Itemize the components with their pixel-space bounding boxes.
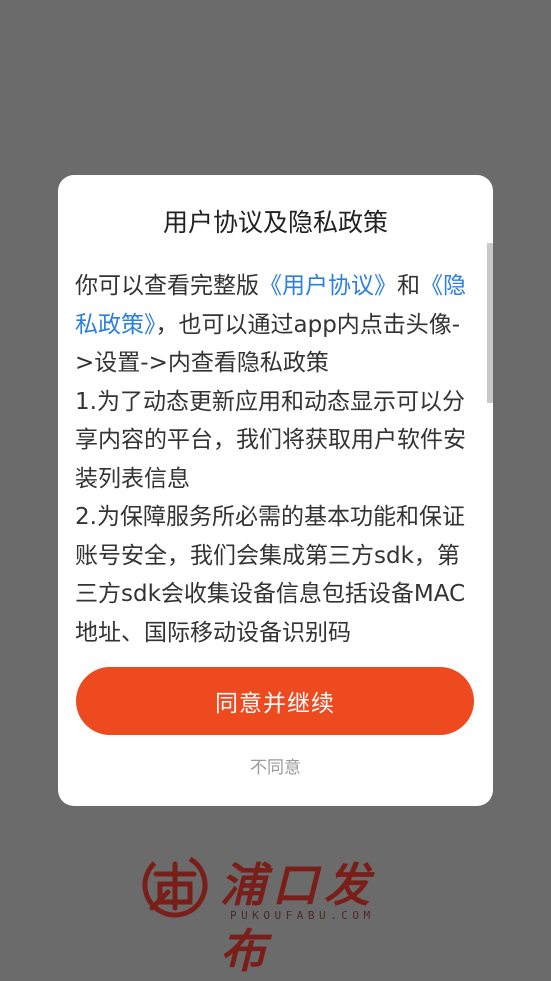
- agree-continue-button[interactable]: 同意并继续: [76, 667, 474, 735]
- user-agreement-link[interactable]: 《用户协议》: [259, 273, 397, 299]
- intro-prefix: 你可以查看完整版: [75, 273, 259, 299]
- brand-domain: PUKOUFABU.COM: [230, 909, 375, 922]
- privacy-dialog: 用户协议及隐私政策 你可以查看完整版《用户协议》和《隐私政策》，也可以通过app…: [58, 175, 493, 806]
- app-screen: 用户协议及隐私政策 你可以查看完整版《用户协议》和《隐私政策》，也可以通过app…: [0, 0, 551, 981]
- dialog-scrollbar[interactable]: [487, 243, 493, 403]
- pukou-seal-icon: [142, 852, 208, 918]
- brand-logo: 浦口发布 PUKOUFABU.COM: [138, 845, 410, 978]
- paragraph-app-list: 1.为了动态更新应用和动态显示可以分享内容的平台，我们将获取用户软件安装列表信息: [75, 388, 466, 492]
- and-text: 和: [397, 273, 420, 299]
- dialog-body[interactable]: 你可以查看完整版《用户协议》和《隐私政策》，也可以通过app内点击头像->设置-…: [75, 267, 479, 659]
- paragraph-sdk: 2.为保障服务所必需的基本功能和保证账号安全，我们会集成第三方sdk，第三方sd…: [75, 504, 466, 646]
- disagree-button[interactable]: 不同意: [58, 753, 493, 778]
- dialog-title: 用户协议及隐私政策: [162, 208, 388, 237]
